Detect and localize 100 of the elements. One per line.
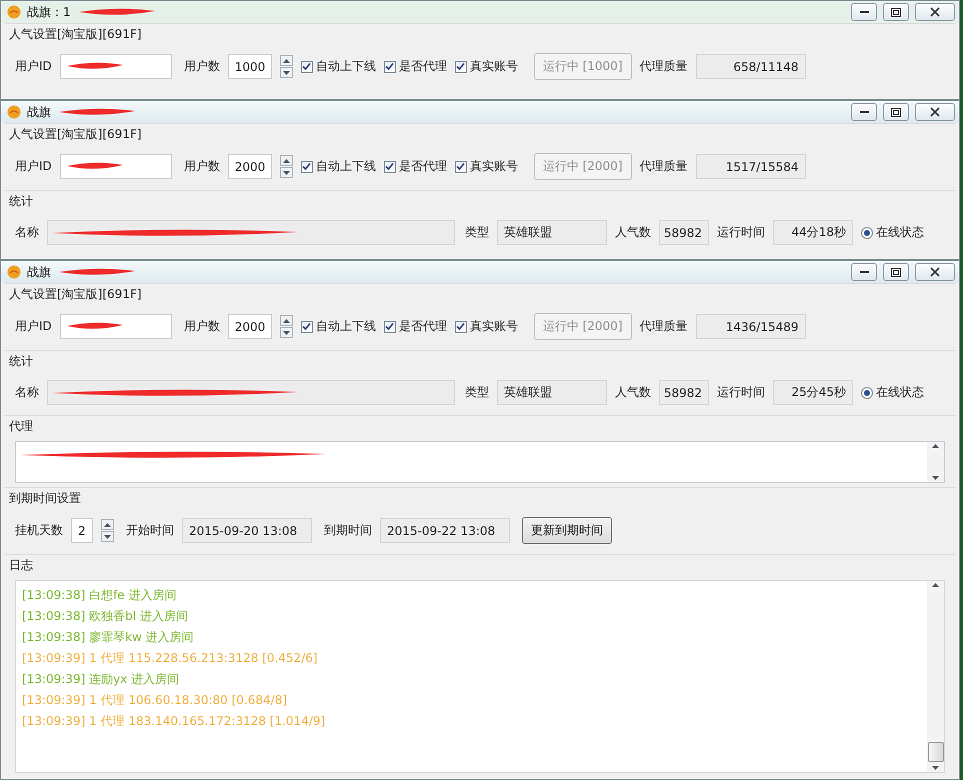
maximize-button[interactable] — [883, 3, 909, 21]
field-label: 名称 — [15, 384, 39, 401]
up-arrow-icon — [282, 58, 290, 62]
close-icon — [930, 267, 940, 277]
field-label: 用户ID — [15, 158, 52, 175]
input-field[interactable] — [60, 54, 172, 79]
up-arrow-icon — [282, 158, 290, 162]
field-label: 运行时间 — [717, 384, 765, 401]
log-line: [13:09:39] 连励yx 进入房间 — [22, 671, 180, 686]
readonly-field: 25分45秒 — [773, 380, 853, 405]
scrollbar-thumb[interactable] — [928, 742, 944, 762]
readonly-field: 2015-09-20 13:08 — [182, 518, 312, 543]
spin-up-button[interactable] — [280, 315, 293, 326]
group-title: 日志 — [9, 557, 33, 574]
checkmark-icon — [456, 162, 466, 171]
field-label: 代理质量 — [640, 58, 688, 75]
field-label: 开始时间 — [126, 522, 174, 539]
number-field[interactable]: 2000 — [228, 154, 272, 179]
minimize-button[interactable] — [851, 3, 877, 21]
down-arrow-icon — [932, 766, 939, 770]
readonly-field: 58982 — [659, 220, 709, 245]
up-arrow-icon — [282, 318, 290, 322]
close-icon — [930, 107, 940, 117]
readonly-field: 1517/15584 — [696, 154, 806, 179]
checkbox[interactable]: 是否代理 — [384, 318, 447, 335]
checkmark-icon — [385, 162, 394, 171]
minimize-button[interactable] — [851, 103, 877, 121]
group-title: 代理 — [9, 418, 33, 435]
field-label: 用户数 — [184, 158, 220, 175]
group-title: 人气设置[淘宝版][691F] — [9, 26, 142, 43]
up-arrow-icon — [932, 444, 939, 448]
checkbox[interactable]: 自动上下线 — [300, 158, 376, 175]
number-field[interactable]: 2000 — [228, 314, 272, 339]
spin-down-button[interactable] — [280, 67, 293, 78]
window-title: 战旗 — [27, 264, 51, 280]
readonly-field: 58982 — [659, 380, 709, 405]
log-line: [13:09:39] 1 代理 115.228.56.213:3128 [0.452/6] — [22, 650, 319, 665]
radio-dot-icon — [864, 390, 870, 396]
checkbox[interactable]: 是否代理 — [384, 158, 447, 175]
checkbox[interactable]: 自动上下线 — [300, 318, 376, 335]
input-field[interactable] — [60, 314, 172, 339]
number-field[interactable]: 2 — [71, 518, 93, 543]
checkmark-icon — [302, 62, 312, 71]
readonly-field: 2015-09-22 13:08 — [380, 518, 510, 543]
app-logo-icon — [7, 5, 21, 19]
checkmark-icon — [302, 162, 312, 171]
log-line: [13:09:39] 1 代理 183.140.165.172:3128 [1.014/9] — [22, 713, 326, 728]
field-label: 到期时间 — [324, 522, 372, 539]
field-label: 用户数 — [184, 58, 220, 75]
field-label: 运行时间 — [717, 224, 765, 241]
close-button[interactable] — [915, 3, 955, 21]
maximize-button[interactable] — [883, 103, 909, 121]
checkbox[interactable]: 真实账号 — [454, 58, 518, 75]
minimize-icon — [860, 270, 868, 274]
maximize-icon — [891, 108, 901, 116]
checkbox[interactable]: 真实账号 — [454, 158, 518, 175]
close-button[interactable] — [915, 263, 955, 281]
readonly-field: 英雄联盟 — [497, 380, 607, 405]
readonly-field: 英雄联盟 — [497, 220, 607, 245]
up-arrow-icon — [932, 583, 939, 587]
radio-button[interactable]: 在线状态 — [861, 384, 924, 401]
close-icon — [930, 7, 940, 17]
checkmark-icon — [456, 62, 466, 71]
window-title: 战旗：1 — [27, 4, 71, 20]
log-line: [13:09:38] 欧独香bl 进入房间 — [22, 608, 189, 623]
spin-up-button[interactable] — [101, 519, 114, 530]
field-label: 用户数 — [184, 318, 220, 335]
maximize-button[interactable] — [883, 263, 909, 281]
minimize-icon — [860, 10, 868, 14]
update-button[interactable]: 更新到期时间 — [522, 517, 612, 544]
checkbox[interactable]: 真实账号 — [454, 318, 518, 335]
checkbox[interactable]: 自动上下线 — [300, 58, 376, 75]
field-label: 挂机天数 — [15, 522, 63, 539]
field-label: 名称 — [15, 224, 39, 241]
log-line: [13:09:38] 廖霏琴kw 进入房间 — [22, 629, 195, 644]
spin-down-button[interactable] — [280, 327, 293, 338]
spin-down-button[interactable] — [280, 167, 293, 178]
field-label: 类型 — [465, 224, 489, 241]
number-field[interactable]: 1000 — [228, 54, 272, 79]
spin-down-button[interactable] — [101, 531, 114, 542]
readonly-field: 44分18秒 — [773, 220, 853, 245]
checkbox[interactable]: 是否代理 — [384, 58, 447, 75]
spin-up-button[interactable] — [280, 155, 293, 166]
close-button[interactable] — [915, 103, 955, 121]
spin-up-button[interactable] — [280, 55, 293, 66]
down-arrow-icon — [282, 170, 290, 174]
field-label: 代理质量 — [640, 158, 688, 175]
group-title: 人气设置[淘宝版][691F] — [9, 126, 142, 143]
maximize-icon — [891, 268, 901, 276]
input-field[interactable] — [60, 154, 172, 179]
radio-button[interactable]: 在线状态 — [861, 224, 924, 241]
group-title: 到期时间设置 — [9, 490, 81, 507]
app-logo-icon — [7, 105, 21, 119]
up-arrow-icon — [104, 522, 111, 526]
text-area[interactable] — [15, 441, 945, 483]
minimize-button[interactable] — [851, 263, 877, 281]
checkmark-icon — [456, 322, 466, 331]
app-logo-icon — [7, 265, 21, 279]
field-label: 用户ID — [15, 318, 52, 335]
group-title: 统计 — [9, 193, 33, 210]
